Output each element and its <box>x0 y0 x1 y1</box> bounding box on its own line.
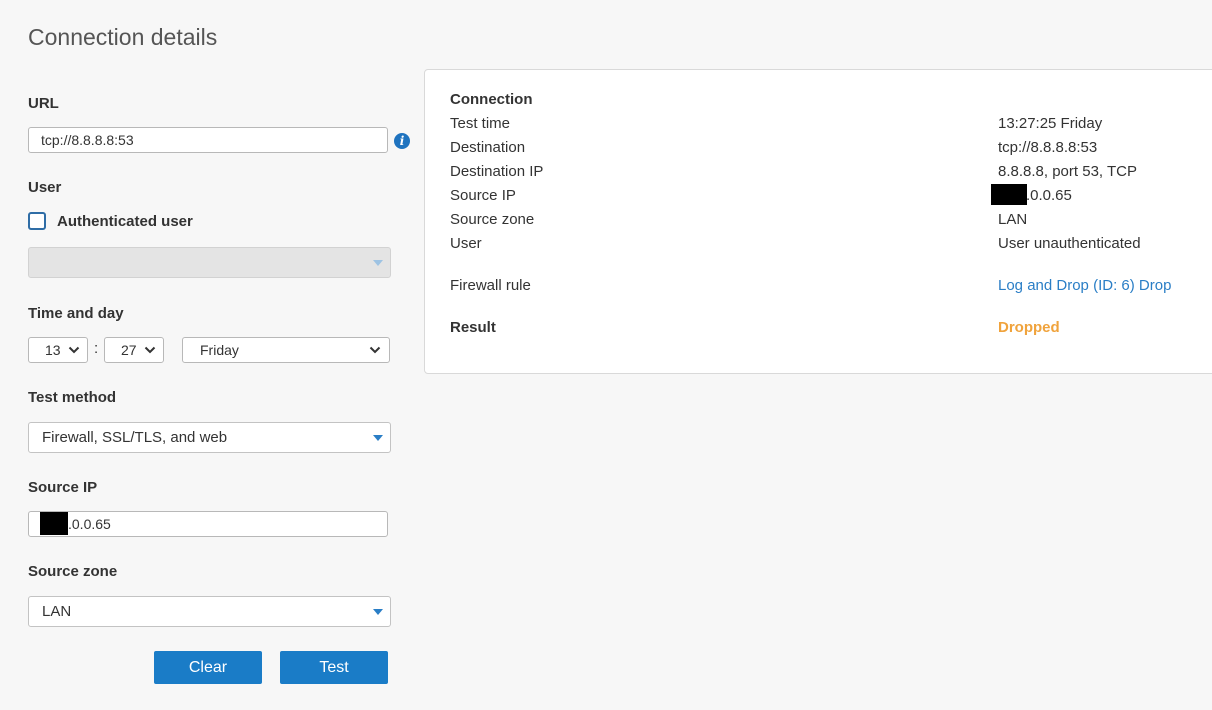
test-method-value: Firewall, SSL/TLS, and web <box>42 429 228 446</box>
result-value: Dropped <box>998 319 1060 336</box>
user-result-value: User unauthenticated <box>998 235 1141 252</box>
source-ip-label: Source IP <box>28 479 98 496</box>
test-time-value: 13:27:25 Friday <box>998 115 1103 132</box>
authenticated-user-label: Authenticated user <box>57 213 193 230</box>
chevron-down-icon <box>144 346 156 354</box>
destination-ip-value: 8.8.8.8, port 53, TCP <box>998 163 1137 180</box>
firewall-rule-label: Firewall rule <box>450 277 531 294</box>
day-value: Friday <box>200 342 239 358</box>
day-select[interactable]: Friday <box>182 337 390 363</box>
destination-ip-label: Destination IP <box>450 163 544 180</box>
user-result-label: User <box>450 235 482 252</box>
source-zone-label: Source zone <box>28 563 118 580</box>
time-and-day-label: Time and day <box>28 305 124 322</box>
info-icon[interactable]: i <box>394 133 410 149</box>
chevron-down-icon <box>369 346 381 354</box>
chevron-down-icon <box>68 346 80 354</box>
source-ip-input[interactable]: .0.0.65 <box>28 511 388 537</box>
test-time-label: Test time <box>450 115 511 132</box>
source-ip-result-value: .0.0.65 <box>1026 187 1072 204</box>
result-label: Result <box>450 319 496 336</box>
test-method-select[interactable]: Firewall, SSL/TLS, and web <box>28 422 391 453</box>
url-label: URL <box>28 95 59 112</box>
page-title: Connection details <box>28 24 218 50</box>
user-label: User <box>28 179 62 196</box>
connection-section-title: Connection <box>450 91 533 108</box>
source-zone-result-label: Source zone <box>450 211 535 228</box>
destination-value: tcp://8.8.8.8:53 <box>998 139 1098 156</box>
firewall-rule-link[interactable]: Log and Drop (ID: 6) Drop <box>998 277 1171 294</box>
redaction-block <box>991 184 1027 205</box>
test-button[interactable]: Test <box>280 651 388 684</box>
caret-down-icon <box>373 609 383 615</box>
caret-down-icon <box>373 260 383 266</box>
hour-value: 13 <box>45 342 61 358</box>
source-zone-result-value: LAN <box>998 211 1028 228</box>
source-zone-select[interactable]: LAN <box>28 596 391 627</box>
minute-value: 27 <box>121 342 137 358</box>
source-zone-value: LAN <box>42 603 72 620</box>
source-ip-result-label: Source IP <box>450 187 516 204</box>
minute-select[interactable]: 27 <box>104 337 164 363</box>
user-select[interactable] <box>28 247 391 278</box>
redaction-block <box>40 512 68 535</box>
caret-down-icon <box>373 435 383 441</box>
connection-result-panel: Connection Test time 13:27:25 Friday Des… <box>424 69 1212 374</box>
clear-button[interactable]: Clear <box>154 651 262 684</box>
hour-select[interactable]: 13 <box>28 337 88 363</box>
test-method-label: Test method <box>28 389 117 406</box>
url-input[interactable]: tcp://8.8.8.8:53 <box>28 127 388 153</box>
destination-label: Destination <box>450 139 526 156</box>
time-separator: : <box>94 340 99 357</box>
authenticated-user-checkbox[interactable] <box>28 212 46 230</box>
